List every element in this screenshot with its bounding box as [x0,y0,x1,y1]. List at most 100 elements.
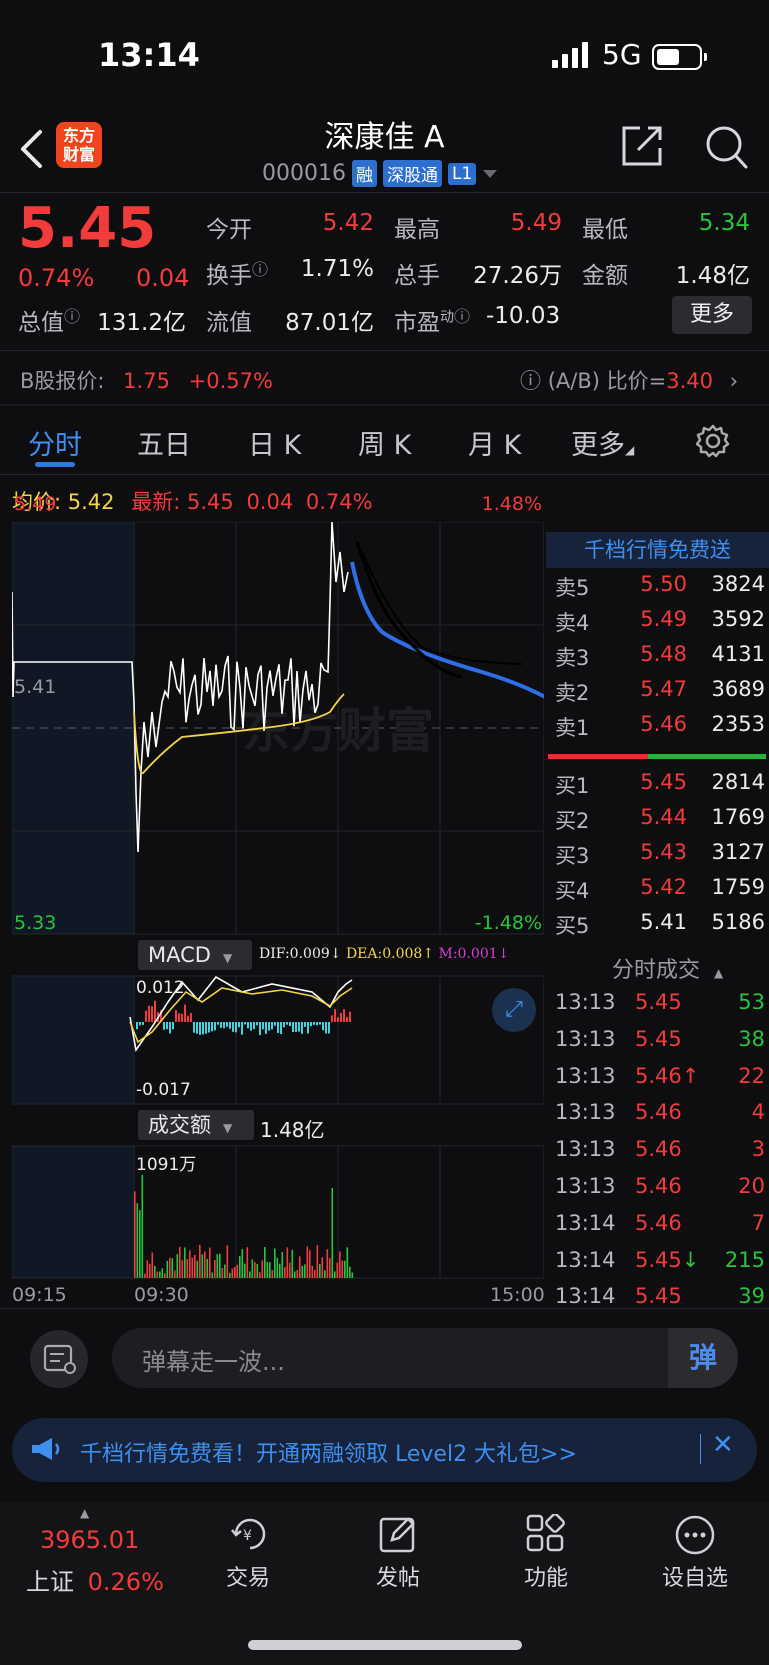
macd-bar [136,1022,138,1030]
pe-label[interactable]: 市盈动ⓘ [394,303,470,337]
volume-bar [324,1270,326,1278]
volume-bar [216,1254,219,1278]
tab-daily-k[interactable]: 日 K [248,423,301,462]
macd-bar [340,1012,342,1022]
tag-level: L1 [447,162,477,185]
nav-functions[interactable]: 功能 [496,1560,596,1592]
bid-row[interactable]: 买2 5.44 1769 [555,805,765,838]
orderbook-promo[interactable]: 千档行情免费送 [546,532,769,568]
macd-bar [211,1022,213,1032]
volume-bar [339,1251,341,1278]
more-button[interactable]: 更多 [672,296,752,334]
change-amount: 0.04 [136,264,190,292]
float-label: 流值 [206,310,252,336]
macd-bar [283,1022,285,1028]
danmu-send-button[interactable]: 弹 [668,1328,738,1388]
ask-row[interactable]: 卖5 5.50 3824 [555,572,765,605]
gear-icon[interactable] [696,424,730,458]
pct-max-label: 1.48% [481,493,542,515]
volume-bar [234,1267,236,1278]
close-icon[interactable]: ✕ [712,1430,734,1460]
divider [0,192,769,193]
danmu-settings-icon [43,1344,76,1374]
volume-bar [311,1265,314,1278]
index-value[interactable]: 3965.01 [40,1526,139,1554]
trade-time: 13:14 [555,1284,616,1309]
tab-weekly-k[interactable]: 周 K [358,423,411,462]
macd-bottom-label: -0.017 [136,1080,191,1100]
share-icon[interactable] [620,124,664,168]
trade-volume: 215 [724,1247,765,1272]
bid-row[interactable]: 买1 5.45 2814 [555,770,765,803]
danmu-toggle[interactable] [30,1330,88,1388]
level-volume: 1759 [711,875,765,899]
dea-value: DEA:0.008 [345,946,423,962]
volume-bar [151,1252,154,1278]
volume-bar [341,1260,344,1278]
trades-title[interactable]: 分时成交 ▲ [612,952,723,984]
macd-bar [232,1022,234,1032]
ask-row[interactable]: 卖1 5.46 2353 [555,712,765,745]
trade-price: 5.46 [635,1137,682,1161]
nav-trade[interactable]: 交易 [198,1560,298,1592]
stock-code-row[interactable]: 000016 融 深股通 L1 [262,160,498,187]
high-label: 最高 [394,217,440,243]
trade-row: 13:14 5.45 39 [555,1284,765,1321]
macd-bar [292,1022,294,1033]
level-price: 5.47 [640,677,687,701]
bid-row[interactable]: 买3 5.43 3127 [555,840,765,873]
tab-intraday[interactable]: 分时 [28,423,82,462]
macd-selector[interactable]: MACD ▼ [138,940,252,970]
megaphone-icon [32,1438,60,1460]
expand-icon[interactable]: ⤢ [492,988,536,1032]
level-price: 5.44 [640,805,687,829]
tab-more[interactable]: 更多◢ [571,423,634,462]
functions-icon [526,1514,565,1552]
trade-time: 13:13 [555,990,616,1014]
down-arrow: ↓ [497,946,510,962]
turnover-label-text: 换手 [206,263,252,289]
macd-bar [289,1022,291,1027]
macd-bar [349,1011,351,1022]
volume-bar [206,1258,209,1278]
latest-percent: 0.74% [305,490,373,514]
bshare-row[interactable]: B股报价: 1.75 +0.57% [20,365,273,395]
macd-bar [169,1022,171,1034]
dropdown-icon: ▼ [222,951,233,965]
level-label: 卖5 [555,576,590,600]
nav-post[interactable]: 发帖 [348,1560,448,1592]
nav-watchlist[interactable]: 设自选 [645,1560,745,1592]
volume-selector[interactable]: 成交额 ▼ [138,1110,254,1140]
ask-row[interactable]: 卖4 5.49 3592 [555,607,765,640]
macd-bar [250,1022,252,1031]
tab-5day[interactable]: 五日 [137,423,191,462]
volume-bar [171,1258,174,1278]
trade-volume: 3 [751,1137,765,1162]
volume-bar [149,1263,151,1278]
volume-bar [281,1252,284,1278]
bid-row[interactable]: 买4 5.42 1759 [555,875,765,908]
dropdown-icon: ◢ [625,443,635,457]
bshare-change: +0.57% [188,369,273,393]
search-icon[interactable] [704,124,748,170]
status-time: 13:14 [98,36,200,74]
ab-ratio[interactable]: ⓘ (A/B) 比价=3.40 › [520,365,738,395]
index-row[interactable]: 上证 0.26% [26,1562,164,1597]
dropdown-icon [483,169,498,178]
volume-bar [266,1261,269,1278]
tab-monthly-k[interactable]: 月 K [468,423,521,462]
trade-price: 5.45 [635,990,682,1014]
turnover-label[interactable]: 换手ⓘ [206,256,268,290]
macd-bar [331,1015,333,1022]
ask-row[interactable]: 卖2 5.47 3689 [555,677,765,710]
macd-bar [172,1022,174,1030]
trade-row: 13:13 5.46 4 [555,1100,765,1137]
bid-row[interactable]: 买5 5.41 5186 [555,910,765,943]
macd-bar [166,1022,168,1030]
ask-row[interactable]: 卖3 5.48 4131 [555,642,765,675]
intraday-chart[interactable]: 东方财富 [12,522,544,1282]
trade-price-value: 5.45 [635,1026,682,1051]
tag-margin: 融 [351,160,377,187]
more-dots-icon [675,1515,715,1555]
mktcap-label[interactable]: 总值ⓘ [18,303,80,337]
